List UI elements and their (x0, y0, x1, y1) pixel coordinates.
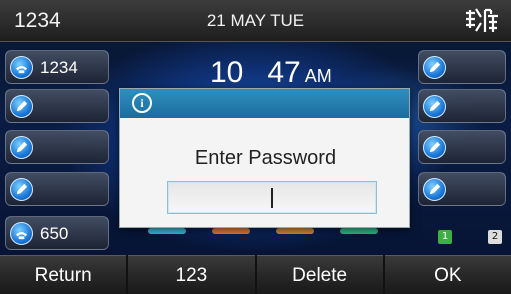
line-key-8[interactable] (418, 130, 506, 164)
text-cursor (271, 188, 273, 208)
status-bar: 1234 21 MAY TUE (0, 0, 511, 42)
line-key-3[interactable] (5, 130, 109, 164)
decorative-bar (148, 228, 186, 234)
edit-icon (10, 178, 33, 201)
line-key-label: 1234 (40, 58, 78, 77)
decorative-bar (212, 228, 250, 234)
input-mode-softkey[interactable]: 123 (128, 255, 255, 294)
password-dialog: i Enter Password (119, 88, 410, 228)
ok-softkey[interactable]: OK (384, 255, 511, 294)
line-key-5[interactable]: 650 (5, 216, 109, 250)
dialog-header: i (120, 89, 409, 118)
password-prompt: Enter Password (194, 147, 337, 169)
line-key-7[interactable] (418, 89, 506, 123)
network-status-icon (466, 8, 498, 32)
delete-softkey[interactable]: Delete (256, 255, 383, 294)
line-key-label: 650 (40, 224, 69, 243)
line-key-2[interactable] (5, 89, 109, 123)
date-label: 21 MAY TUE (206, 11, 305, 30)
line-key-4[interactable] (5, 172, 109, 206)
edit-icon (423, 136, 446, 159)
clock: 10 47 AM (210, 56, 332, 90)
edit-icon (10, 95, 33, 118)
decorative-bar (276, 228, 314, 234)
page-indicator-current[interactable]: 1 (438, 230, 452, 244)
edit-icon (423, 56, 446, 79)
line-key-6[interactable] (418, 50, 506, 84)
clock-hour: 10 (210, 56, 244, 89)
decorative-bar (340, 228, 378, 234)
clock-ampm: AM (304, 66, 332, 86)
edit-icon (10, 136, 33, 159)
edit-icon (423, 178, 446, 201)
phone-line-icon (10, 222, 33, 245)
phone-screen: 1234 21 MAY TUE 10 47 AM 1234 650 i Ente… (0, 0, 511, 294)
password-input[interactable] (167, 181, 377, 214)
clock-minute: 47 (267, 56, 301, 89)
return-softkey[interactable]: Return (0, 255, 127, 294)
line-key-1[interactable]: 1234 (5, 50, 109, 84)
phone-line-icon (10, 56, 33, 79)
softkey-bar: Return 123 Delete OK (0, 255, 511, 294)
edit-icon (423, 95, 446, 118)
info-icon: i (132, 93, 152, 113)
page-indicator-other[interactable]: 2 (488, 230, 502, 244)
line-key-9[interactable] (418, 172, 506, 206)
